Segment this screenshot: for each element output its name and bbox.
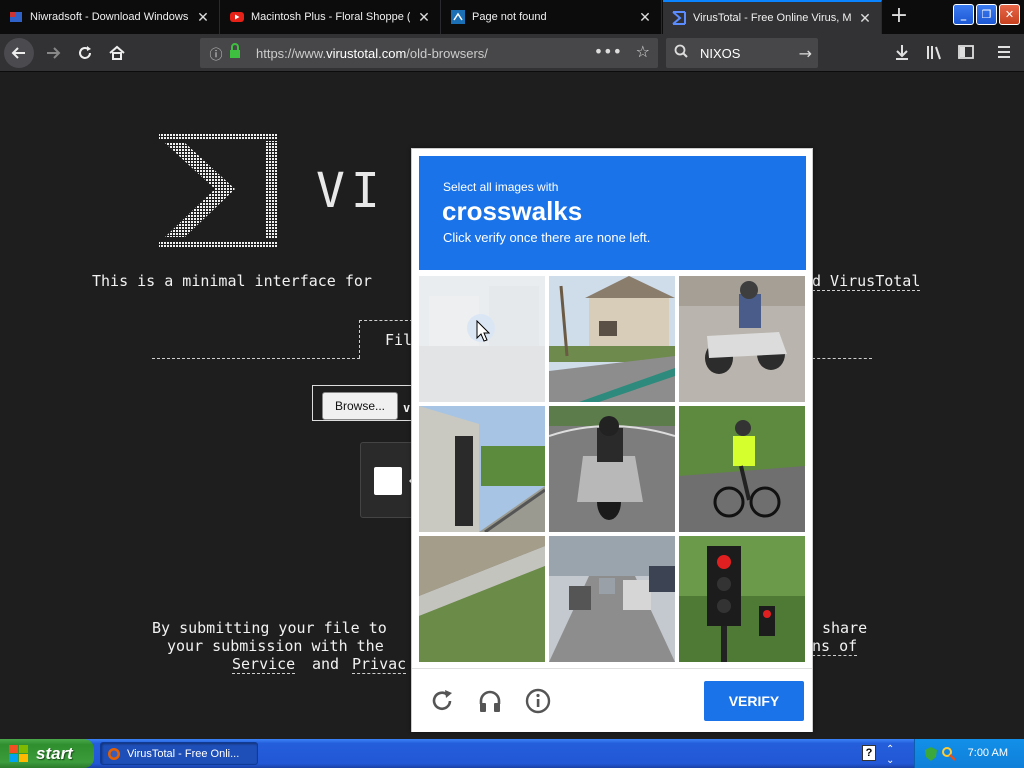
ascii-logo-text: VI [316, 163, 386, 219]
privacy-policy-link[interactable]: Privac [352, 655, 407, 674]
url-text: https://www.virustotal.com/old-browsers/ [256, 45, 488, 61]
new-tab-button[interactable]: + [886, 4, 912, 30]
library-icon[interactable] [924, 43, 944, 63]
challenge-footer: VERIFY [412, 668, 812, 732]
screen: { "browser": { "tabs": [ {"title": "Niwr… [0, 0, 1024, 768]
flag-icon [8, 9, 24, 25]
menu-icon[interactable] [994, 43, 1014, 63]
terms-and-text: and [312, 655, 340, 673]
navigation-bar: ⓘ https://www.virustotal.com/old-browser… [0, 34, 1024, 72]
tab-niwradsoft[interactable]: Niwradsoft - Download Windows ✕ [0, 0, 220, 34]
file-tab-underline-left [152, 358, 360, 359]
sidebar-icon[interactable] [956, 43, 976, 63]
maximize-button[interactable]: ❐ [976, 4, 997, 25]
forward-button[interactable] [38, 38, 68, 68]
tab-title: Page not found [472, 11, 547, 23]
info-help-icon[interactable] [522, 685, 554, 717]
back-button[interactable] [4, 38, 34, 68]
image-tile-cyclist[interactable] [679, 406, 805, 532]
system-tray: 7:00 AM [914, 739, 1024, 768]
tab-title: VirusTotal - Free Online Virus, Ma [693, 12, 851, 24]
virustotal-icon [671, 10, 687, 26]
clock: 7:00 AM [967, 747, 1008, 759]
home-icon [109, 45, 125, 60]
tab-virustotal[interactable]: VirusTotal - Free Online Virus, Ma ✕ [663, 0, 882, 34]
image-tile-guardrail[interactable] [419, 536, 545, 662]
start-label: start [36, 743, 73, 763]
taskbar-item-virustotal[interactable]: VirusTotal - Free Onli... [100, 742, 258, 765]
image-tile-traffic-cars[interactable] [549, 536, 675, 662]
image-tile-motorcycle-rider[interactable] [679, 276, 805, 402]
tab-macintosh-plus[interactable]: Macintosh Plus - Floral Shoppe (F ✕ [221, 0, 441, 34]
tab-strip: Niwradsoft - Download Windows ✕ Macintos… [0, 0, 1024, 34]
help-tray-icon[interactable]: ? [862, 745, 876, 761]
file-tab-label[interactable]: Fil [385, 331, 412, 349]
terms-of-service-link-part[interactable]: ns of [812, 637, 858, 656]
close-tab-icon[interactable]: ✕ [195, 9, 211, 26]
tray-expand-icon[interactable]: ⌃ ⌄ [886, 744, 894, 766]
info-icon[interactable]: ⓘ [206, 44, 226, 63]
image-tile-building-stairs[interactable] [419, 406, 545, 532]
reload-icon [79, 46, 91, 59]
close-tab-icon[interactable]: ✕ [416, 9, 432, 26]
windows-logo-icon [9, 744, 28, 762]
challenge-target: crosswalks [442, 196, 583, 226]
image-tile-house-street[interactable] [549, 276, 675, 402]
browse-button[interactable]: Browse... [322, 392, 398, 420]
forward-arrow-icon [47, 47, 61, 59]
page-actions-icon[interactable]: ••• [594, 42, 622, 61]
browser-app-icon [108, 747, 120, 760]
search-bar[interactable]: NIXOS → [666, 38, 818, 68]
challenge-header: Select all images with crosswalks Click … [419, 156, 806, 270]
image-tile-traffic-light[interactable] [679, 536, 805, 662]
tab-page-not-found[interactable]: Page not found ✕ [442, 0, 662, 34]
lock-icon [228, 43, 244, 63]
reload-challenge-icon[interactable] [426, 685, 458, 717]
image-tile-scooter-rider[interactable] [549, 406, 675, 532]
intro-text-right: d VirusTotal [812, 272, 921, 291]
challenge-subtext: Click verify once there are none left. [443, 230, 651, 245]
terms-text-line1-right: share [822, 619, 868, 637]
minimize-button[interactable]: _ [953, 4, 974, 25]
bookmark-star-icon[interactable]: ☆ [636, 42, 650, 61]
start-button[interactable]: start [0, 739, 94, 768]
tab-title: Niwradsoft - Download Windows [30, 11, 189, 23]
audio-challenge-icon[interactable] [474, 685, 506, 717]
terms-text-line1-left: By submitting your file to [152, 619, 387, 637]
recaptcha-challenge-popup: Select all images with crosswalks Click … [411, 148, 813, 732]
security-shield-icon[interactable] [923, 746, 939, 762]
close-tab-icon[interactable]: ✕ [857, 10, 873, 27]
search-tray-icon[interactable] [941, 746, 957, 762]
verify-button[interactable]: VERIFY [704, 681, 804, 721]
page-icon [450, 9, 466, 25]
taskbar-item-label: VirusTotal - Free Onli... [127, 747, 240, 760]
youtube-icon [229, 9, 245, 25]
file-input-status: v [403, 401, 411, 415]
back-arrow-icon [11, 47, 25, 59]
search-go-arrow-icon[interactable]: → [799, 44, 812, 63]
recaptcha-checkbox[interactable] [374, 467, 402, 495]
mouse-cursor-icon [476, 320, 490, 342]
address-bar[interactable]: ⓘ https://www.virustotal.com/old-browser… [200, 38, 658, 68]
window-controls: _ ❐ ✕ [953, 4, 1020, 25]
taskbar: start VirusTotal - Free Onli... ? ⌃ ⌄ 7:0… [0, 739, 1024, 768]
intro-text-left: This is a minimal interface for [92, 272, 372, 290]
close-tab-icon[interactable]: ✕ [637, 9, 653, 26]
reload-button[interactable] [70, 38, 100, 68]
search-icon [674, 44, 690, 62]
terms-text-line2-left: your submission with the [167, 637, 384, 655]
terms-service-link[interactable]: Service [232, 655, 296, 674]
downloads-icon[interactable] [892, 43, 912, 63]
close-window-button[interactable]: ✕ [999, 4, 1020, 25]
tab-title: Macintosh Plus - Floral Shoppe (F [251, 11, 410, 23]
home-button[interactable] [102, 38, 132, 68]
search-input[interactable]: NIXOS [700, 46, 740, 61]
file-tab-underline-right [812, 358, 872, 359]
challenge-instruction: Select all images with [443, 180, 559, 194]
